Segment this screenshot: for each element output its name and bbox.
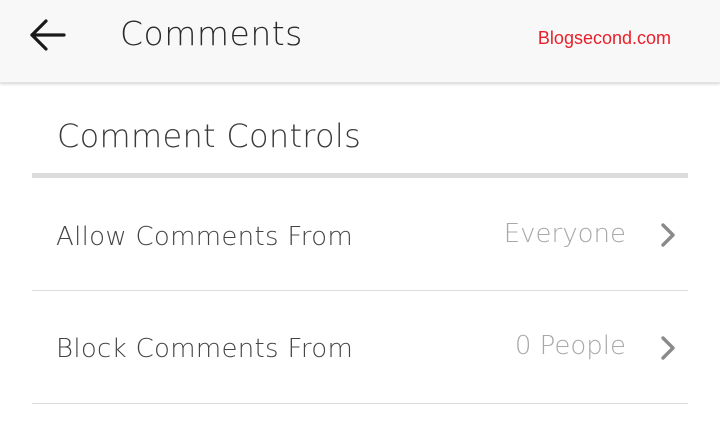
- back-button[interactable]: [26, 16, 70, 56]
- block-comments-row[interactable]: Block Comments From 0 People: [32, 291, 688, 404]
- row-value: Everyone: [503, 219, 626, 249]
- app-bar: Comments Blogsecond.com: [0, 0, 720, 83]
- arrow-left-icon: [30, 19, 66, 51]
- row-divider: [32, 403, 688, 404]
- page-title: Comments: [120, 14, 303, 53]
- watermark-text: Blogsecond.com: [537, 28, 671, 48]
- chevron-right-icon: [661, 223, 675, 247]
- row-label: Block Comments From: [56, 334, 354, 364]
- row-label: Allow Comments From: [56, 222, 353, 252]
- chevron-right-icon: [661, 336, 675, 360]
- allow-comments-row[interactable]: Allow Comments From Everyone: [32, 178, 688, 291]
- section-header: Comment Controls: [57, 117, 362, 155]
- row-value: 0 People: [514, 331, 626, 361]
